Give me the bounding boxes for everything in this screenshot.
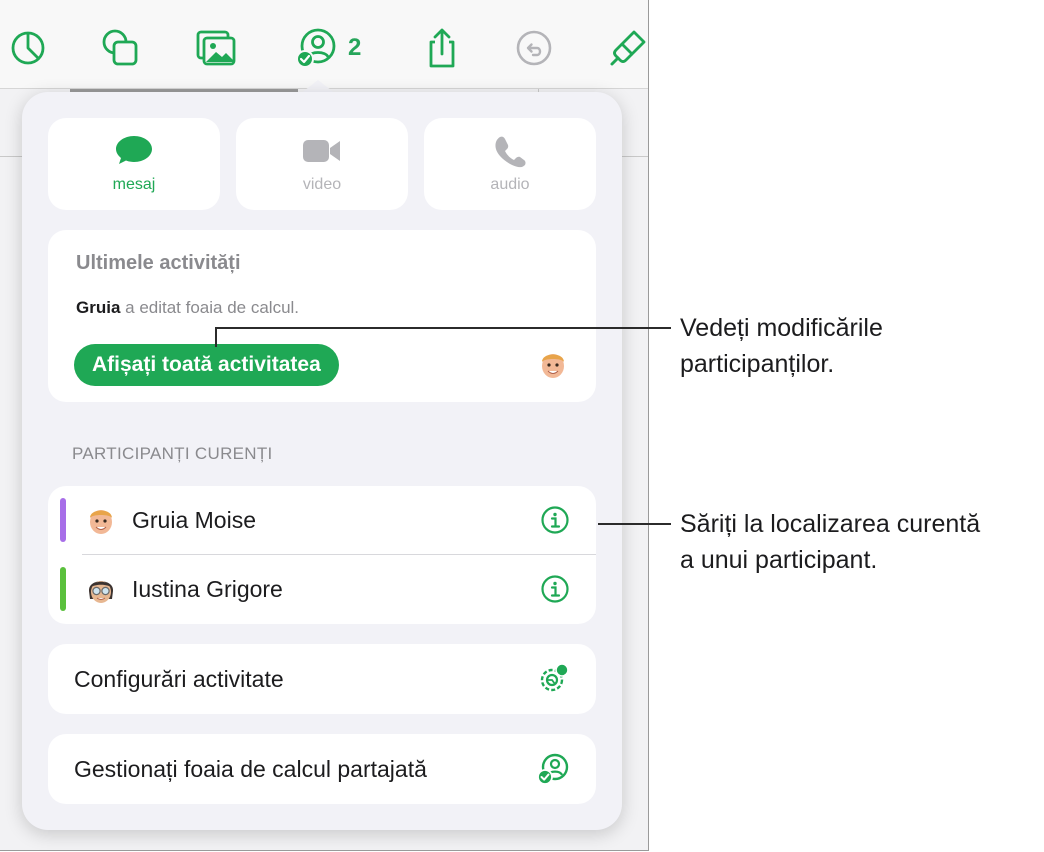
callout-text: Săriți la localizarea curentă a unui par… xyxy=(680,506,980,578)
activity-settings-label: Configurări activitate xyxy=(74,666,284,692)
sheet-divider xyxy=(0,156,22,157)
sheet-divider xyxy=(622,156,648,157)
chart-icon[interactable] xyxy=(6,26,50,70)
toolbar: 2 xyxy=(0,0,648,89)
video-camera-icon xyxy=(236,134,408,170)
show-all-activity-button[interactable]: Afișați toată activitatea xyxy=(74,344,339,386)
audio-button[interactable]: audio xyxy=(424,118,596,210)
message-icon xyxy=(48,134,220,170)
callout-line: a unui participant. xyxy=(680,546,878,574)
participant-color-indicator xyxy=(60,567,66,611)
callout-leader-line xyxy=(215,327,671,329)
memoji-avatar xyxy=(84,502,118,538)
undo-icon[interactable] xyxy=(512,26,556,70)
activity-settings-icon xyxy=(536,662,570,696)
manage-shared-spreadsheet-row[interactable]: Gestionați foaia de calcul partajată xyxy=(48,734,596,804)
collaboration-popover: mesaj video audio Ultimele activități Gr… xyxy=(22,92,622,830)
memoji-avatar xyxy=(84,571,118,607)
media-icon[interactable] xyxy=(194,26,238,70)
recent-activity-card: Ultimele activități Gruia a editat foaia… xyxy=(48,230,596,402)
recent-activity-title: Ultimele activități xyxy=(76,252,241,274)
callout-line: Vedeți modificările xyxy=(680,314,883,342)
participants-list: Gruia Moise Iustina Grigore xyxy=(48,486,596,624)
callout-leader-line xyxy=(598,523,671,525)
manage-shared-spreadsheet-label: Gestionați foaia de calcul partajată xyxy=(74,756,427,782)
ipad-screen: 2 mesaj video audio Ultimele activități … xyxy=(0,0,649,851)
memoji-avatar xyxy=(536,346,570,382)
participants-section-header: PARTICIPANȚI CURENȚI xyxy=(72,444,273,463)
activity-settings-row[interactable]: Configurări activitate xyxy=(48,644,596,714)
callout-line: Săriți la localizarea curentă xyxy=(680,510,981,538)
callout-leader-line xyxy=(215,327,217,347)
video-label: video xyxy=(302,176,342,193)
participant-row[interactable]: Gruia Moise xyxy=(48,486,596,555)
share-icon[interactable] xyxy=(420,26,464,70)
phone-icon xyxy=(424,134,596,170)
message-button[interactable]: mesaj xyxy=(48,118,220,210)
manage-collaboration-icon xyxy=(536,752,570,786)
video-button[interactable]: video xyxy=(236,118,408,210)
callout-text: Vedeți modificările participanților. xyxy=(680,310,883,382)
participant-name: Gruia Moise xyxy=(132,507,256,533)
format-brush-icon[interactable] xyxy=(606,26,648,70)
activity-edit-text: a editat foaia de calcul. xyxy=(125,298,300,317)
participant-color-indicator xyxy=(60,498,66,542)
participant-name: Iustina Grigore xyxy=(132,576,283,602)
info-icon[interactable] xyxy=(540,505,570,535)
collaborator-count: 2 xyxy=(348,34,362,61)
info-icon[interactable] xyxy=(540,574,570,604)
activity-editor-name: Gruia xyxy=(76,298,121,317)
audio-label: audio xyxy=(490,176,530,193)
callout-line: participanților. xyxy=(680,350,835,378)
message-label: mesaj xyxy=(112,176,156,193)
shapes-icon[interactable] xyxy=(98,26,142,70)
participant-row[interactable]: Iustina Grigore xyxy=(48,555,596,624)
activity-entry: Gruia a editat foaia de calcul. xyxy=(76,298,299,318)
collaborate-icon[interactable] xyxy=(294,26,338,70)
